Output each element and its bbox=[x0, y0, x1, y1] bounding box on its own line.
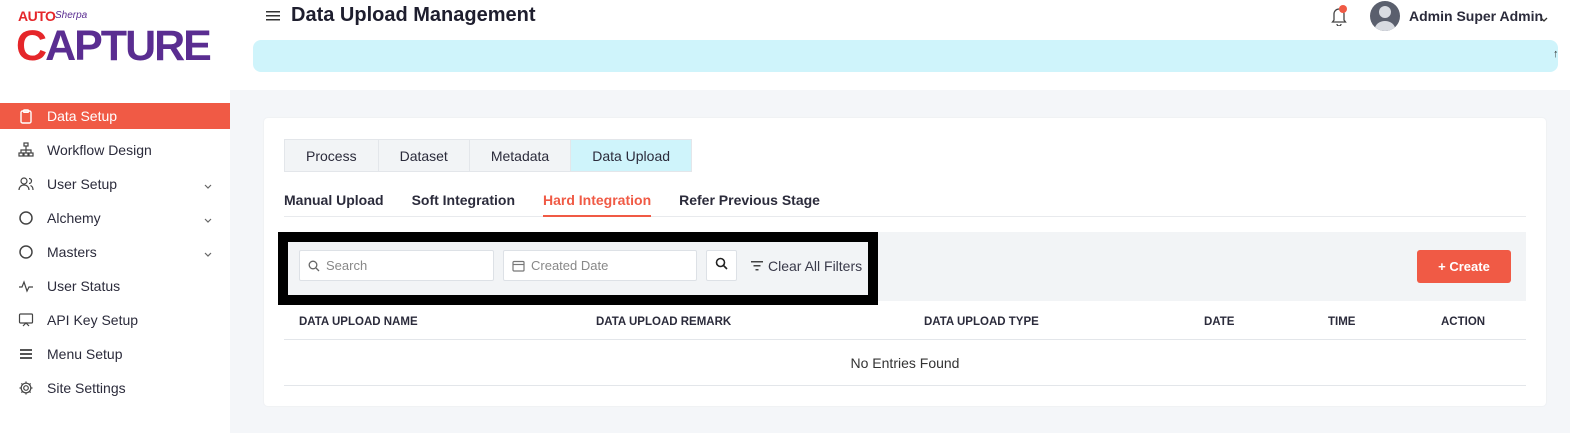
column-header: ACTION bbox=[1441, 316, 1486, 328]
activity-icon bbox=[18, 278, 34, 294]
page-title: Data Upload Management bbox=[291, 4, 536, 26]
sub-tabs: Manual Upload Soft Integration Hard Inte… bbox=[284, 192, 1526, 217]
top-header: Data Upload Management Admin Super Admin… bbox=[230, 0, 1570, 90]
sidebar-item-menu-setup[interactable]: Menu Setup bbox=[0, 337, 230, 371]
main-tabs: Process Dataset Metadata Data Upload bbox=[284, 139, 693, 172]
date-placeholder: Created Date bbox=[531, 258, 609, 273]
sidebar-item-label: API Key Setup bbox=[47, 312, 139, 328]
search-input[interactable]: Search bbox=[299, 250, 494, 281]
tab-process[interactable]: Process bbox=[285, 140, 379, 171]
clear-all-filters-label: Clear All Filters bbox=[768, 258, 863, 274]
sidebar-item-label: Site Settings bbox=[47, 380, 126, 396]
sidebar-item-label: Masters bbox=[47, 244, 97, 260]
subtab-refer-previous-stage[interactable]: Refer Previous Stage bbox=[679, 192, 820, 217]
search-button[interactable] bbox=[706, 250, 737, 281]
sidebar-item-user-status[interactable]: User Status bbox=[0, 269, 230, 303]
sidebar-item-label: Data Setup bbox=[47, 108, 118, 124]
table-header: DATA UPLOAD NAME DATA UPLOAD REMARK DATA… bbox=[284, 316, 1526, 340]
chevron-down-icon bbox=[204, 177, 212, 193]
chevron-down-icon bbox=[204, 211, 212, 227]
search-icon bbox=[715, 257, 728, 275]
chevron-down-icon bbox=[204, 245, 212, 261]
sidebar-nav: Data Setup Workflow Design User Setup Al… bbox=[0, 103, 230, 405]
hierarchy-icon bbox=[18, 142, 34, 158]
sidebar-item-workflow-design[interactable]: Workflow Design bbox=[0, 133, 230, 167]
sidebar-item-label: Alchemy bbox=[47, 210, 101, 226]
menu-toggle-icon[interactable] bbox=[266, 9, 280, 27]
filter-bar: Search Created Date Clear All Filters + … bbox=[278, 232, 1526, 305]
clear-all-filters-button[interactable]: Clear All Filters bbox=[751, 258, 862, 274]
column-header[interactable]: DATE bbox=[1204, 316, 1234, 328]
search-placeholder: Search bbox=[326, 258, 368, 273]
tab-data-upload[interactable]: Data Upload bbox=[571, 140, 692, 171]
logo-capture-text: CAPTURE bbox=[16, 22, 212, 70]
chevron-down-icon[interactable] bbox=[1540, 10, 1548, 28]
logo-sherpa-text: Sherpa bbox=[55, 10, 88, 21]
calendar-icon bbox=[512, 260, 525, 272]
subtab-manual-upload[interactable]: Manual Upload bbox=[284, 192, 384, 217]
circle-icon bbox=[18, 244, 34, 260]
created-date-field[interactable]: Created Date bbox=[503, 250, 697, 281]
column-header[interactable]: TIME bbox=[1328, 316, 1355, 328]
tab-dataset[interactable]: Dataset bbox=[378, 140, 470, 171]
column-header[interactable]: DATA UPLOAD REMARK bbox=[596, 316, 731, 328]
column-header[interactable]: DATA UPLOAD TYPE bbox=[924, 316, 1039, 328]
user-name[interactable]: Admin Super Admin bbox=[1409, 8, 1543, 24]
empty-state-row: No Entries Found bbox=[284, 341, 1526, 386]
column-header[interactable]: DATA UPLOAD NAME bbox=[299, 316, 418, 328]
sidebar-item-masters[interactable]: Masters bbox=[0, 235, 230, 269]
screen-icon bbox=[18, 312, 34, 328]
create-button[interactable]: + Create bbox=[1417, 250, 1511, 283]
sidebar-item-site-settings[interactable]: Site Settings bbox=[0, 371, 230, 405]
notification-dot bbox=[1339, 5, 1347, 13]
tab-metadata[interactable]: Metadata bbox=[469, 140, 572, 171]
circle-icon bbox=[18, 210, 34, 226]
avatar[interactable] bbox=[1370, 1, 1400, 31]
capture-logo[interactable]: AUTO Sherpa CAPTURE bbox=[16, 6, 216, 70]
gear-icon bbox=[18, 380, 34, 396]
banner-mark: ↑ bbox=[1553, 48, 1559, 60]
filter-icon bbox=[751, 261, 763, 271]
sidebar: AUTO Sherpa CAPTURE Data Setup Workflow … bbox=[0, 0, 230, 433]
sidebar-item-label: Menu Setup bbox=[47, 346, 123, 362]
clipboard-icon bbox=[18, 108, 34, 124]
list-icon bbox=[18, 346, 34, 362]
info-banner bbox=[253, 40, 1558, 72]
sidebar-item-api-key-setup[interactable]: API Key Setup bbox=[0, 303, 230, 337]
subtab-soft-integration[interactable]: Soft Integration bbox=[412, 192, 515, 217]
sidebar-item-data-setup[interactable]: Data Setup bbox=[0, 103, 230, 129]
sidebar-item-alchemy[interactable]: Alchemy bbox=[0, 201, 230, 235]
notification-bell-icon[interactable] bbox=[1330, 5, 1348, 31]
data-upload-card: Process Dataset Metadata Data Upload Man… bbox=[264, 118, 1546, 406]
sidebar-item-label: Workflow Design bbox=[47, 142, 152, 158]
search-icon bbox=[308, 260, 320, 272]
sidebar-item-user-setup[interactable]: User Setup bbox=[0, 167, 230, 201]
users-icon bbox=[18, 176, 34, 192]
subtab-hard-integration[interactable]: Hard Integration bbox=[543, 192, 652, 217]
sidebar-item-label: User Setup bbox=[47, 176, 118, 192]
sidebar-item-label: User Status bbox=[47, 278, 121, 294]
